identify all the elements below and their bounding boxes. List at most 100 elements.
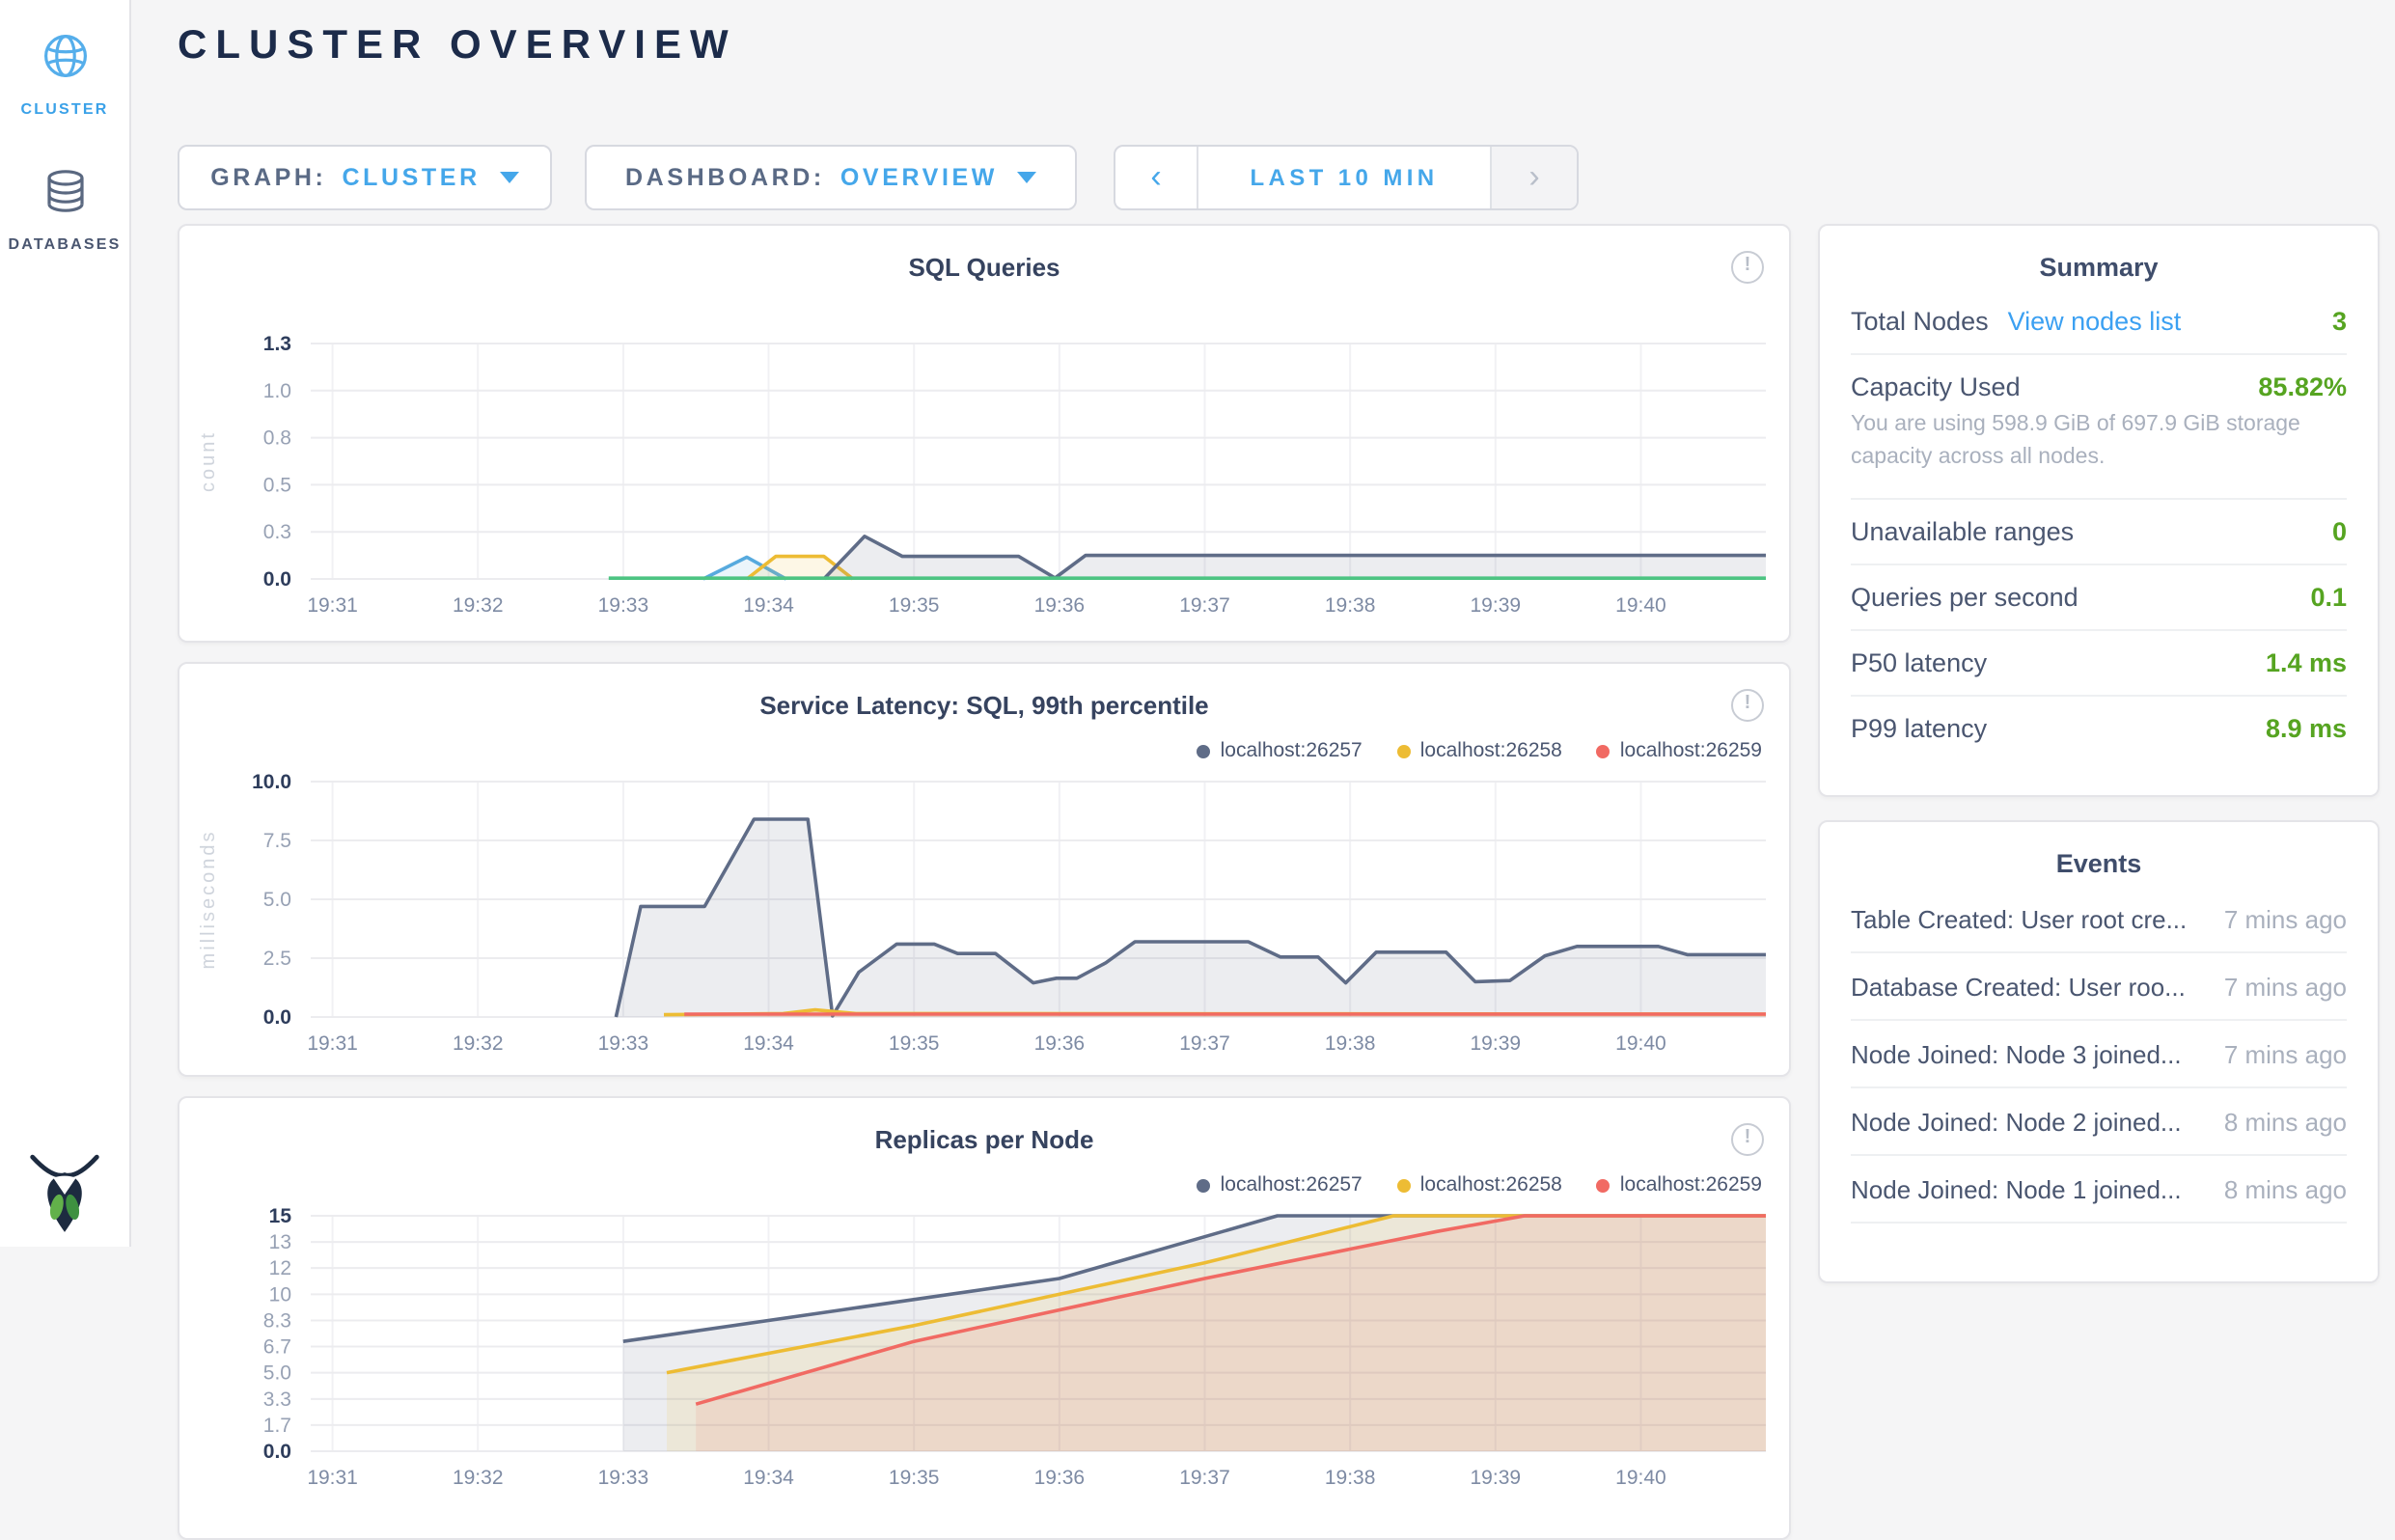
svg-text:2.5: 2.5 (263, 948, 291, 970)
svg-text:milliseconds: milliseconds (198, 830, 219, 970)
event-text: Node Joined: Node 1 joined... (1851, 1174, 2182, 1203)
svg-text:19:34: 19:34 (743, 594, 794, 617)
svg-text:19:38: 19:38 (1325, 594, 1376, 617)
event-time: 7 mins ago (2224, 904, 2347, 933)
summary-row-main: P99 latency 8.9 ms (1851, 713, 2347, 742)
summary-row: P99 latency 8.9 ms (1851, 696, 2347, 759)
summary-subtext: You are using 598.9 GiB of 697.9 GiB sto… (1851, 409, 2347, 476)
svg-text:1.0: 1.0 (263, 380, 291, 402)
event-time: 8 mins ago (2224, 1174, 2347, 1203)
svg-text:5.0: 5.0 (263, 889, 291, 911)
summary-row-main: Queries per second0.1 (1851, 582, 2347, 611)
svg-text:19:32: 19:32 (453, 1467, 504, 1489)
chevron-left-icon: ‹ (1150, 158, 1161, 197)
summary-label: P50 latency (1851, 647, 1987, 676)
chart-card-replicas-per-node: Replicas per Node ! localhost:26257local… (178, 1096, 1791, 1540)
svg-text:19:35: 19:35 (889, 594, 940, 617)
time-range-next-button[interactable]: › (1492, 147, 1577, 208)
summary-row: P50 latency 1.4 ms (1851, 630, 2347, 696)
svg-text:19:39: 19:39 (1471, 594, 1522, 617)
svg-text:19:38: 19:38 (1325, 1032, 1376, 1055)
event-text: Node Joined: Node 2 joined... (1851, 1107, 2182, 1136)
summary-label: Capacity Used (1851, 372, 2021, 401)
svg-text:3.3: 3.3 (263, 1389, 291, 1411)
sidebar-item-label: CLUSTER (0, 100, 129, 118)
chevron-down-icon (500, 172, 519, 183)
event-time: 7 mins ago (2224, 972, 2347, 1001)
svg-text:0.0: 0.0 (263, 1006, 291, 1029)
svg-text:8.3: 8.3 (263, 1309, 291, 1332)
svg-text:19:34: 19:34 (743, 1032, 794, 1055)
summary-row-main: Capacity Used 85.82% (1851, 372, 2347, 401)
event-rows: Table Created: User root cre... 7 mins ag… (1851, 886, 2347, 1224)
databases-icon (40, 166, 90, 216)
events-card: Events Table Created: User root cre... 7 … (1818, 820, 2380, 1283)
summary-card: Summary Total NodesView nodes list3Capac… (1818, 224, 2380, 797)
svg-text:1.7: 1.7 (263, 1415, 291, 1437)
event-row: Table Created: User root cre... 7 mins ag… (1851, 886, 2347, 953)
svg-text:19:40: 19:40 (1615, 1032, 1666, 1055)
cluster-overview-page: CLUSTER DATABASES CL (0, 0, 2395, 1247)
svg-text:6.7: 6.7 (263, 1336, 291, 1359)
time-range-prev-button[interactable]: ‹ (1115, 147, 1197, 208)
chevron-right-icon: › (1528, 158, 1539, 197)
graph-dropdown[interactable]: GRAPH: CLUSTER (178, 145, 552, 210)
svg-text:19:36: 19:36 (1034, 1467, 1086, 1489)
dashboard-dropdown[interactable]: DASHBOARD: OVERVIEW (585, 145, 1077, 210)
svg-text:15: 15 (269, 1205, 292, 1227)
svg-text:19:40: 19:40 (1615, 594, 1666, 617)
svg-text:10: 10 (269, 1283, 291, 1306)
svg-text:0.0: 0.0 (263, 568, 291, 591)
summary-value: 85.82% (2258, 372, 2347, 401)
summary-label: P99 latency (1851, 713, 1987, 742)
summary-rows: Total Nodes View nodes list 3 Capacity Used… (1851, 289, 2347, 759)
svg-text:5.0: 5.0 (263, 1362, 291, 1385)
event-text: Table Created: User root cre... (1851, 904, 2187, 933)
dashboard-dropdown-value: OVERVIEW (840, 164, 998, 191)
svg-text:19:39: 19:39 (1471, 1467, 1522, 1489)
svg-text:19:34: 19:34 (743, 1467, 794, 1489)
time-range-value[interactable]: LAST 10 MIN (1197, 147, 1492, 208)
svg-text:0.0: 0.0 (263, 1441, 291, 1463)
svg-text:19:35: 19:35 (889, 1032, 940, 1055)
event-row: Node Joined: Node 1 joined... 8 mins ago (1851, 1156, 2347, 1224)
page-title: CLUSTER OVERVIEW (178, 23, 737, 69)
sidebar-item-cluster[interactable]: CLUSTER (0, 31, 129, 118)
events-title: Events (1851, 849, 2347, 878)
dashboard-dropdown-label: DASHBOARD: (625, 164, 825, 191)
event-time: 8 mins ago (2224, 1107, 2347, 1136)
summary-value: 3 (2332, 307, 2347, 336)
summary-label: Total Nodes (1851, 307, 1989, 336)
summary-row-main: Unavailable ranges0 (1851, 516, 2347, 545)
svg-text:19:36: 19:36 (1034, 594, 1086, 617)
cockroachdb-logo[interactable] (29, 1150, 100, 1239)
svg-text:19:31: 19:31 (307, 1467, 358, 1489)
event-row: Node Joined: Node 2 joined... 8 mins ago (1851, 1088, 2347, 1156)
sidebar-item-databases[interactable]: DATABASES (0, 166, 129, 253)
svg-text:19:37: 19:37 (1179, 1032, 1230, 1055)
time-range-selector: ‹ LAST 10 MIN › (1114, 145, 1579, 210)
summary-row: Unavailable ranges0 (1851, 499, 2347, 564)
graph-dropdown-label: GRAPH: (210, 164, 326, 191)
svg-text:19:37: 19:37 (1179, 1467, 1230, 1489)
sidebar: CLUSTER DATABASES (0, 0, 131, 1247)
event-row: Database Created: User roo...7 mins ago (1851, 953, 2347, 1021)
svg-text:1.3: 1.3 (263, 333, 291, 355)
sidebar-item-label: DATABASES (0, 235, 129, 253)
svg-text:0.5: 0.5 (263, 474, 291, 496)
svg-text:10.0: 10.0 (252, 771, 291, 793)
globe-icon (40, 31, 90, 81)
svg-text:19:31: 19:31 (307, 1032, 358, 1055)
summary-row-main: P50 latency 1.4 ms (1851, 647, 2347, 676)
chart-canvas: 19:3119:3219:3319:3419:3519:3619:3719:38… (179, 1098, 1793, 1511)
svg-text:13: 13 (269, 1231, 291, 1253)
summary-value: 0 (2332, 516, 2347, 545)
chevron-down-icon (1017, 172, 1036, 183)
summary-value: 1.4 ms (2266, 647, 2347, 676)
summary-row: Total Nodes View nodes list 3 (1851, 289, 2347, 355)
summary-value: 8.9 ms (2266, 713, 2347, 742)
svg-text:19:33: 19:33 (598, 1467, 649, 1489)
view-nodes-list-link[interactable]: View nodes list (2008, 307, 2182, 336)
svg-text:19:31: 19:31 (307, 594, 358, 617)
event-row: Node Joined: Node 3 joined...7 mins ago (1851, 1021, 2347, 1088)
